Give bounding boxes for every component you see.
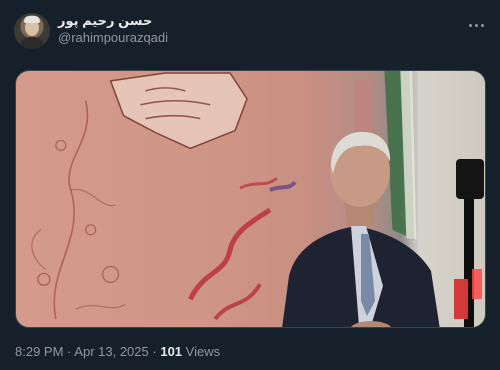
more-dot bbox=[480, 23, 484, 27]
meta-separator: · bbox=[152, 344, 157, 359]
author-avatar[interactable] bbox=[14, 13, 50, 49]
microphone-stand bbox=[454, 159, 484, 327]
more-dot bbox=[474, 23, 478, 27]
author-display-name[interactable]: حسن رحیم پور bbox=[58, 12, 168, 29]
avatar-hair bbox=[24, 16, 40, 23]
speaker-figure bbox=[282, 131, 440, 327]
tweet-time[interactable]: 8:29 PM bbox=[15, 344, 63, 359]
meta-separator: · bbox=[67, 344, 72, 359]
author-handle[interactable]: @rahimpourazqadi bbox=[58, 29, 168, 46]
tweet-meta: 8:29 PM · Apr 13, 2025 · 101 Views bbox=[15, 343, 220, 360]
views-label: Views bbox=[185, 344, 221, 359]
tweet-header: حسن رحیم پور @rahimpourazqadi bbox=[12, 10, 488, 54]
more-options-icon[interactable] bbox=[464, 16, 488, 34]
author-name-block: حسن رحیم پور @rahimpourazqadi bbox=[58, 12, 168, 46]
avatar-shoulders bbox=[17, 37, 47, 49]
tweet-date[interactable]: Apr 13, 2025 bbox=[74, 344, 148, 359]
views-count: 101 bbox=[160, 344, 183, 359]
tweet-video[interactable] bbox=[15, 70, 486, 328]
more-dot bbox=[468, 23, 472, 27]
